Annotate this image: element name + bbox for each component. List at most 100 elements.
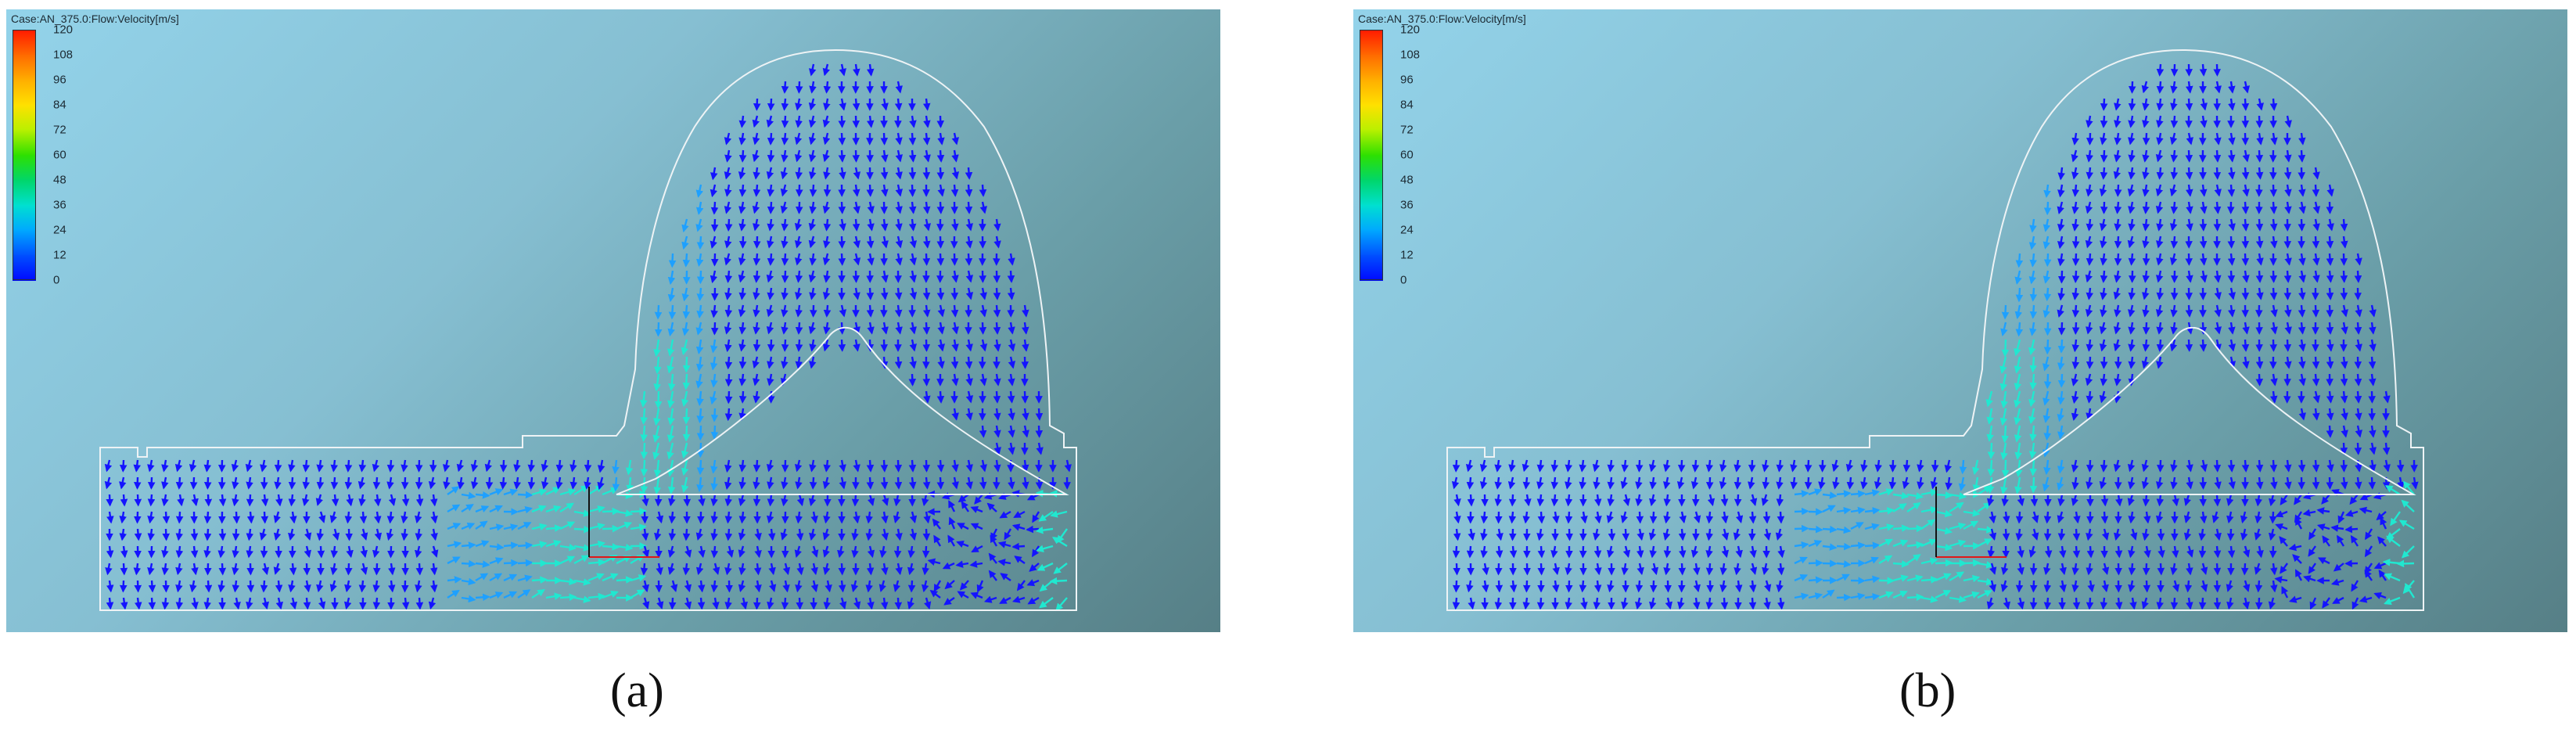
velocity-arrow bbox=[1949, 492, 1967, 500]
velocity-arrow bbox=[965, 476, 973, 490]
velocity-arrow bbox=[1906, 502, 1921, 512]
velocity-arrow bbox=[971, 545, 983, 553]
velocity-arrow bbox=[442, 459, 451, 473]
velocity-arrow bbox=[503, 573, 518, 582]
velocity-arrow bbox=[2270, 476, 2278, 490]
velocity-arrow bbox=[1663, 563, 1671, 576]
velocity-arrow bbox=[204, 580, 213, 593]
velocity-arrow bbox=[866, 459, 875, 473]
velocity-arrow bbox=[191, 563, 199, 576]
velocity-arrow bbox=[2378, 570, 2387, 581]
velocity-arrow bbox=[1593, 476, 1601, 490]
velocity-arrow bbox=[2355, 339, 2362, 352]
velocity-arrow bbox=[531, 505, 547, 513]
velocity-arrow bbox=[1022, 304, 1029, 318]
velocity-arrow bbox=[2332, 596, 2344, 604]
velocity-arrow bbox=[1579, 459, 1587, 473]
velocity-arrow bbox=[1635, 476, 1643, 490]
velocity-arrow bbox=[695, 528, 704, 541]
velocity-arrow bbox=[2226, 494, 2234, 507]
velocity-arrow bbox=[559, 521, 576, 530]
velocity-arrow bbox=[667, 390, 675, 408]
velocity-arrow bbox=[2298, 356, 2306, 369]
velocity-arrow bbox=[696, 253, 704, 267]
velocity-arrow bbox=[922, 132, 931, 146]
velocity-arrow bbox=[1917, 476, 1924, 490]
velocity-arrow bbox=[795, 580, 803, 593]
velocity-arrow bbox=[2242, 149, 2250, 163]
velocity-arrow bbox=[431, 545, 439, 558]
velocity-arrow bbox=[738, 304, 746, 318]
velocity-arrow bbox=[2014, 373, 2022, 391]
velocity-arrow bbox=[2341, 476, 2348, 490]
velocity-arrow bbox=[908, 201, 917, 214]
velocity-arrow bbox=[461, 523, 476, 530]
velocity-arrow bbox=[1593, 528, 1601, 541]
velocity-arrow bbox=[2269, 459, 2278, 473]
velocity-arrow bbox=[2086, 322, 2093, 335]
velocity-arrow bbox=[2200, 270, 2208, 283]
velocity-arrow bbox=[2043, 511, 2052, 524]
velocity-arrow bbox=[895, 201, 903, 214]
velocity-arrow bbox=[602, 507, 620, 516]
velocity-arrow bbox=[908, 218, 917, 232]
velocity-arrow bbox=[2199, 476, 2208, 490]
velocity-arrow bbox=[922, 459, 931, 473]
velocity-arrow bbox=[640, 408, 648, 426]
velocity-arrow bbox=[1734, 494, 1742, 507]
velocity-arrow bbox=[232, 511, 241, 524]
velocity-arrow bbox=[147, 494, 156, 507]
velocity-arrow bbox=[753, 563, 762, 576]
velocity-arrow bbox=[1920, 488, 1938, 497]
velocity-arrow bbox=[1989, 528, 1997, 541]
velocity-arrow bbox=[602, 543, 620, 551]
velocity-arrow bbox=[559, 593, 577, 602]
velocity-arrow bbox=[2198, 528, 2206, 541]
velocity-arrow bbox=[2128, 304, 2136, 318]
velocity-arrow bbox=[1963, 509, 1981, 517]
velocity-arrow bbox=[189, 476, 198, 490]
velocity-arrow bbox=[2001, 304, 2010, 320]
velocity-arrow bbox=[988, 552, 997, 564]
velocity-arrow bbox=[1565, 476, 1572, 490]
velocity-arrow bbox=[767, 356, 774, 369]
velocity-arrow bbox=[1036, 442, 1044, 455]
velocity-arrow bbox=[358, 580, 367, 593]
velocity-arrow bbox=[668, 528, 677, 541]
velocity-arrow bbox=[695, 218, 703, 232]
velocity-arrow bbox=[922, 235, 931, 249]
velocity-arrow bbox=[1719, 580, 1727, 593]
velocity-arrow bbox=[936, 459, 945, 473]
velocity-arrow bbox=[1977, 538, 1992, 548]
velocity-arrow bbox=[2156, 253, 2164, 266]
velocity-arrow bbox=[809, 253, 817, 266]
velocity-arrow bbox=[531, 523, 548, 531]
velocity-arrow bbox=[2326, 339, 2334, 352]
velocity-arrow bbox=[895, 235, 904, 249]
velocity-arrow bbox=[1735, 545, 1743, 559]
velocity-arrow bbox=[1920, 595, 1938, 603]
velocity-arrow bbox=[1636, 545, 1644, 559]
velocity-arrow bbox=[2127, 235, 2136, 249]
velocity-arrow bbox=[447, 486, 460, 495]
velocity-arrow bbox=[1906, 574, 1924, 582]
velocity-arrow bbox=[922, 322, 931, 335]
velocity-arrow bbox=[839, 304, 847, 318]
velocity-arrow bbox=[951, 408, 959, 421]
velocity-arrow bbox=[668, 494, 676, 507]
velocity-arrow bbox=[825, 580, 832, 593]
velocity-arrow bbox=[2186, 218, 2193, 232]
velocity-arrow bbox=[2015, 253, 2024, 268]
velocity-arrow bbox=[2359, 506, 2373, 515]
velocity-arrow bbox=[2200, 511, 2208, 524]
velocity-arrow bbox=[1508, 511, 1517, 524]
velocity-arrow bbox=[1822, 525, 1838, 534]
velocity-arrow bbox=[781, 218, 789, 232]
velocity-arrow bbox=[1022, 425, 1029, 438]
velocity-arrow bbox=[1987, 545, 1996, 559]
velocity-arrow bbox=[2255, 235, 2264, 249]
velocity-arrow bbox=[1705, 511, 1714, 524]
velocity-arrow bbox=[2071, 476, 2079, 491]
velocity-arrow bbox=[106, 580, 114, 593]
velocity-arrow bbox=[2294, 569, 2303, 581]
